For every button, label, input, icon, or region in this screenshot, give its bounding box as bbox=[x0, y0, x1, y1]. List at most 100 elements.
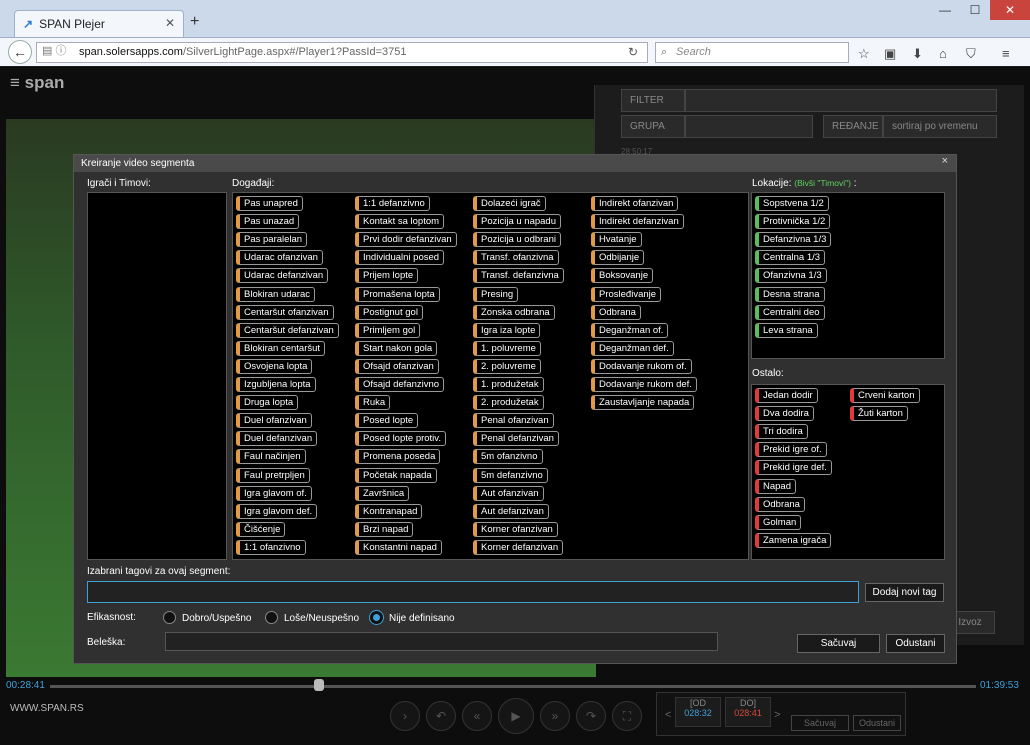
tag-button[interactable]: Pozicija u napadu bbox=[473, 214, 561, 230]
tag-button[interactable]: Transf. defanzivna bbox=[473, 268, 564, 284]
bookmark-star-icon[interactable]: ☆ bbox=[858, 46, 870, 62]
tag-button[interactable]: Prekid igre def. bbox=[755, 460, 832, 476]
tag-button[interactable]: Igra glavom of. bbox=[236, 485, 312, 501]
new-tab-button[interactable]: + bbox=[190, 13, 199, 31]
grupa-select[interactable] bbox=[685, 115, 813, 138]
tag-button[interactable]: Penal defanzivan bbox=[473, 431, 559, 447]
dialog-close-button[interactable]: × bbox=[942, 155, 948, 167]
tag-button[interactable]: 1. poluvreme bbox=[473, 340, 541, 356]
tag-button[interactable]: 2. poluvreme bbox=[473, 358, 541, 374]
tag-button[interactable]: Udarac defanzivan bbox=[236, 268, 329, 284]
tag-button[interactable]: Završnica bbox=[355, 485, 410, 501]
download-icon[interactable]: ⬇ bbox=[912, 46, 923, 62]
fast-forward-icon[interactable]: » bbox=[540, 701, 570, 731]
selected-tags-field[interactable] bbox=[87, 581, 859, 603]
play-icon[interactable]: ▶ bbox=[498, 698, 534, 734]
tag-button[interactable]: Početak napada bbox=[355, 467, 437, 483]
tag-button[interactable]: Defanzivna 1/3 bbox=[755, 232, 832, 248]
marker-cancel-button[interactable]: Odustani bbox=[853, 715, 901, 731]
tag-button[interactable]: Centaršut ofanzivan bbox=[236, 304, 334, 320]
fullscreen-icon[interactable]: ⛶ bbox=[612, 701, 642, 731]
tag-button[interactable]: Desna strana bbox=[755, 286, 825, 302]
tag-button[interactable]: Konstantni napad bbox=[355, 539, 442, 555]
tag-button[interactable]: Dodavanje rukom def. bbox=[591, 377, 697, 392]
prev-marker-icon[interactable]: < bbox=[665, 709, 671, 721]
tag-button[interactable]: Aut ofanzivan bbox=[473, 485, 544, 501]
tag-button[interactable]: Zonska odbrana bbox=[473, 304, 555, 320]
tag-button[interactable]: Dva dodira bbox=[755, 406, 814, 422]
tag-button[interactable]: Korner ofanzivan bbox=[473, 521, 558, 537]
tag-button[interactable]: Postignut gol bbox=[355, 304, 423, 320]
tag-button[interactable]: Centralni deo bbox=[755, 304, 825, 320]
tag-button[interactable]: Jedan dodir bbox=[755, 388, 818, 403]
reload-icon[interactable]: ↻ bbox=[628, 45, 638, 59]
tag-button[interactable]: Centralna 1/3 bbox=[755, 250, 826, 266]
step-back-icon[interactable]: ↶ bbox=[426, 701, 456, 731]
menu-icon[interactable]: ≡ bbox=[1002, 46, 1010, 61]
tag-button[interactable]: Odbrana bbox=[755, 496, 805, 512]
tag-button[interactable]: 1:1 ofanzivno bbox=[236, 539, 306, 555]
maximize-button[interactable]: ☐ bbox=[960, 0, 990, 20]
tag-button[interactable]: Ofanzivna 1/3 bbox=[755, 268, 827, 284]
tag-button[interactable]: Sopstvena 1/2 bbox=[755, 196, 829, 211]
tag-button[interactable]: Deganžman def. bbox=[591, 340, 674, 356]
tag-button[interactable]: Crveni karton bbox=[850, 388, 920, 403]
browser-tab[interactable]: ↗ SPAN Plejer ✕ bbox=[14, 10, 184, 37]
marker-save-button[interactable]: Sačuvaj bbox=[791, 715, 849, 731]
url-bar[interactable]: span.solersapps.com/SilverLightPage.aspx… bbox=[36, 42, 648, 63]
tag-button[interactable]: Igra iza lopte bbox=[473, 322, 541, 338]
tag-button[interactable]: 5m ofanzivno bbox=[473, 449, 543, 465]
tag-button[interactable]: Zamena igrača bbox=[755, 532, 832, 548]
radio-nije-definisano[interactable] bbox=[370, 611, 383, 624]
tag-button[interactable]: Odbijanje bbox=[591, 250, 645, 266]
tag-button[interactable]: Žuti karton bbox=[850, 406, 908, 422]
tag-button[interactable]: Pozicija u odbrani bbox=[473, 232, 561, 248]
next-marker-icon[interactable]: > bbox=[774, 709, 780, 721]
tag-button[interactable]: Aut defanzivan bbox=[473, 503, 549, 519]
reading-list-icon[interactable]: ▣ bbox=[884, 46, 896, 62]
tag-button[interactable]: Brzi napad bbox=[355, 521, 414, 537]
tag-button[interactable]: Faul načinjen bbox=[236, 449, 306, 465]
tag-button[interactable]: 5m defanzivno bbox=[473, 467, 548, 483]
tag-button[interactable]: Osvojena lopta bbox=[236, 358, 313, 374]
tag-button[interactable]: Protivnička 1/2 bbox=[755, 214, 831, 230]
close-tab-icon[interactable]: ✕ bbox=[165, 16, 175, 30]
tag-button[interactable]: Posed lopte bbox=[355, 413, 419, 429]
tag-button[interactable]: 1. produžetak bbox=[473, 377, 544, 392]
tag-button[interactable]: Individualni posed bbox=[355, 250, 445, 266]
tag-button[interactable]: Primljem gol bbox=[355, 322, 421, 338]
tag-button[interactable]: Penal ofanzivan bbox=[473, 413, 554, 429]
tag-button[interactable]: Prosleđivanje bbox=[591, 286, 662, 302]
sort-select[interactable]: sortiraj po vremenu bbox=[883, 115, 997, 138]
tag-button[interactable]: Korner defanzivan bbox=[473, 539, 564, 555]
tag-button[interactable]: Leva strana bbox=[755, 322, 818, 338]
note-input[interactable] bbox=[165, 632, 718, 651]
add-tag-button[interactable]: Dodaj novi tag bbox=[865, 583, 944, 602]
step-forward-icon[interactable]: ↷ bbox=[576, 701, 606, 731]
tag-button[interactable]: Indirekt defanzivan bbox=[591, 214, 684, 230]
next-icon[interactable]: › bbox=[390, 701, 420, 731]
tag-button[interactable]: Udarac ofanzivan bbox=[236, 250, 323, 266]
players-list[interactable] bbox=[87, 192, 227, 560]
tag-button[interactable]: Start nakon gola bbox=[355, 340, 438, 356]
tag-button[interactable]: 2. produžetak bbox=[473, 395, 544, 411]
tag-button[interactable]: Igra glavom def. bbox=[236, 503, 318, 519]
tag-button[interactable]: Promašena lopta bbox=[355, 286, 440, 302]
tag-button[interactable]: Kontranapad bbox=[355, 503, 423, 519]
timeline-knob[interactable] bbox=[314, 679, 324, 691]
tag-button[interactable]: Dodavanje rukom of. bbox=[591, 358, 692, 374]
tag-button[interactable]: Pas paralelan bbox=[236, 232, 308, 248]
tag-button[interactable]: Indirekt ofanzivan bbox=[591, 196, 679, 211]
tag-button[interactable]: Kontakt sa loptom bbox=[355, 214, 445, 230]
tag-button[interactable]: Presing bbox=[473, 286, 519, 302]
cancel-button[interactable]: Odustani bbox=[886, 634, 945, 653]
timeline-slider[interactable] bbox=[50, 685, 976, 688]
radio-lose[interactable] bbox=[265, 611, 278, 624]
close-window-button[interactable]: ✕ bbox=[990, 0, 1030, 20]
minimize-button[interactable]: — bbox=[930, 0, 960, 20]
tag-button[interactable]: Čišćenje bbox=[236, 521, 286, 537]
home-icon[interactable]: ⌂ bbox=[939, 46, 947, 61]
search-input[interactable]: ⌕ Search bbox=[655, 42, 849, 63]
tag-button[interactable]: Ofsajd ofanzivan bbox=[355, 358, 439, 374]
save-button[interactable]: Sačuvaj bbox=[797, 634, 880, 653]
